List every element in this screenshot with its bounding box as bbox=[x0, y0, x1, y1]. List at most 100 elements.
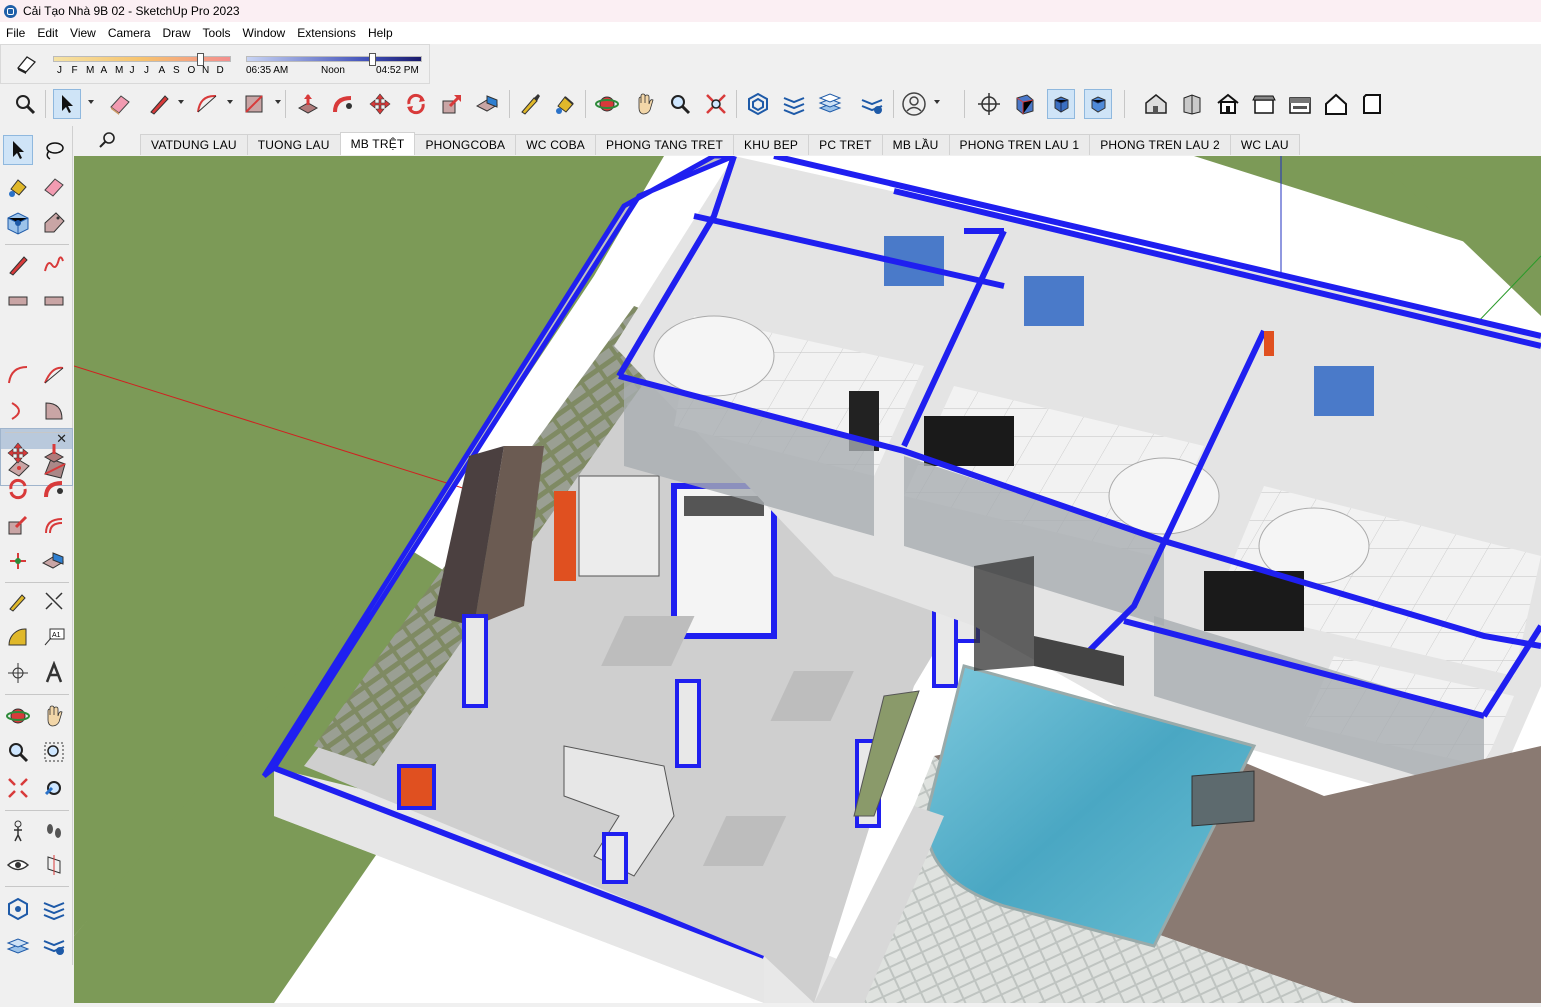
sandbox-from-scratch-icon[interactable] bbox=[780, 89, 808, 119]
solid-tools-icon[interactable] bbox=[39, 546, 69, 576]
smoove-icon[interactable] bbox=[816, 89, 844, 119]
line-tool-icon[interactable] bbox=[3, 250, 33, 280]
zoom-tool-icon[interactable] bbox=[3, 737, 33, 767]
protractor-icon[interactable] bbox=[3, 622, 33, 652]
move-tool-icon[interactable] bbox=[3, 438, 33, 468]
rotate-icon[interactable] bbox=[402, 89, 430, 119]
three-point-arc-icon[interactable] bbox=[3, 396, 33, 426]
lasso-icon[interactable] bbox=[39, 135, 69, 165]
move-icon[interactable] bbox=[366, 89, 394, 119]
menu-view[interactable]: View bbox=[64, 26, 102, 40]
scale-tool-icon[interactable] bbox=[3, 510, 33, 540]
shape-icon[interactable] bbox=[240, 89, 268, 119]
menu-draw[interactable]: Draw bbox=[157, 26, 197, 40]
tab-scene[interactable]: WC LAU bbox=[1229, 134, 1300, 155]
eraser-icon[interactable] bbox=[106, 89, 134, 119]
3d-text-icon[interactable] bbox=[39, 658, 69, 688]
arc-icon[interactable] bbox=[193, 89, 221, 119]
arc-tool-icon[interactable] bbox=[3, 360, 33, 390]
two-point-arc-icon[interactable] bbox=[39, 360, 69, 390]
tape-measure-icon[interactable] bbox=[516, 89, 544, 119]
hidden-line-icon[interactable] bbox=[1214, 89, 1242, 119]
section-plane-tool-icon[interactable] bbox=[39, 850, 69, 880]
tab-scene[interactable]: PHONGCOBA bbox=[414, 134, 517, 155]
time-slider[interactable] bbox=[246, 53, 422, 66]
scale-icon[interactable] bbox=[438, 89, 466, 119]
text-tool-icon[interactable]: A1 bbox=[39, 622, 69, 652]
tab-scene[interactable]: TUONG LAU bbox=[246, 134, 341, 155]
shaded-texture-icon[interactable] bbox=[1286, 89, 1314, 119]
sandbox-from-contours-icon[interactable] bbox=[744, 89, 772, 119]
position-camera-icon[interactable] bbox=[3, 816, 33, 846]
look-around-icon[interactable] bbox=[3, 850, 33, 880]
zoom-extents-icon[interactable] bbox=[11, 89, 39, 119]
smoove-tool-icon[interactable] bbox=[3, 930, 33, 960]
zoom-window-tool-icon[interactable] bbox=[39, 737, 69, 767]
zoom-icon[interactable] bbox=[666, 89, 694, 119]
tab-scene[interactable]: MB TRỆT bbox=[339, 132, 416, 155]
tab-scene[interactable]: PC TRET bbox=[808, 134, 883, 155]
pencil-icon[interactable] bbox=[145, 89, 173, 119]
paint-bucket-icon[interactable] bbox=[551, 89, 579, 119]
front-view-icon[interactable] bbox=[1047, 89, 1075, 119]
offset-tool-icon[interactable] bbox=[39, 510, 69, 540]
model-viewport[interactable] bbox=[74, 156, 1541, 1003]
menu-file[interactable]: File bbox=[0, 26, 31, 40]
stamp-icon[interactable] bbox=[858, 89, 886, 119]
pan-icon[interactable] bbox=[631, 89, 659, 119]
follow-me-tool-icon[interactable] bbox=[39, 474, 69, 504]
tab-scene[interactable]: VATDUNG LAU bbox=[140, 134, 248, 155]
select-icon[interactable] bbox=[53, 89, 81, 119]
wireframe-icon[interactable] bbox=[1178, 89, 1206, 119]
pie-icon[interactable] bbox=[39, 396, 69, 426]
orbit-icon[interactable] bbox=[593, 89, 621, 119]
drape-tool-icon[interactable] bbox=[39, 930, 69, 960]
walk-icon[interactable] bbox=[39, 816, 69, 846]
make-component-icon[interactable] bbox=[3, 208, 33, 238]
back-edges-icon[interactable] bbox=[1358, 89, 1386, 119]
push-pull-tool-icon[interactable] bbox=[39, 438, 69, 468]
paint-bucket-tool-icon[interactable] bbox=[3, 172, 33, 202]
intersect-icon[interactable] bbox=[3, 546, 33, 576]
sandbox-contours-tool-icon[interactable] bbox=[3, 894, 33, 924]
shaded-icon[interactable] bbox=[1250, 89, 1278, 119]
tab-scene[interactable]: PHONG TANG TRET bbox=[595, 134, 735, 155]
zoom-extents-tool-icon[interactable] bbox=[3, 773, 33, 803]
monochrome-icon[interactable] bbox=[1322, 89, 1350, 119]
select-tool-icon[interactable] bbox=[3, 135, 33, 165]
right-view-icon[interactable] bbox=[1084, 89, 1112, 119]
tag-icon[interactable] bbox=[39, 208, 69, 238]
tab-scene[interactable]: MB LẦU bbox=[881, 134, 950, 155]
shadow-toggle-icon[interactable] bbox=[15, 54, 37, 74]
tab-scene[interactable]: PHONG TREN LAU 1 bbox=[948, 134, 1091, 155]
rotated-rectangle-icon[interactable] bbox=[39, 286, 69, 316]
menu-window[interactable]: Window bbox=[237, 26, 292, 40]
iso-view-icon[interactable] bbox=[1011, 89, 1039, 119]
tape-measure-tool-icon[interactable] bbox=[3, 586, 33, 616]
freehand-icon[interactable] bbox=[39, 250, 69, 280]
menu-edit[interactable]: Edit bbox=[31, 26, 64, 40]
previous-view-icon[interactable] bbox=[39, 773, 69, 803]
push-pull-icon[interactable] bbox=[294, 89, 322, 119]
menu-extensions[interactable]: Extensions bbox=[291, 26, 362, 40]
follow-me-icon[interactable] bbox=[329, 89, 357, 119]
eraser-tool-icon[interactable] bbox=[39, 172, 69, 202]
offset-icon[interactable] bbox=[474, 89, 502, 119]
xray-icon[interactable] bbox=[1142, 89, 1170, 119]
menu-tools[interactable]: Tools bbox=[197, 26, 237, 40]
rotate-tool-icon[interactable] bbox=[3, 474, 33, 504]
dimension-icon[interactable] bbox=[39, 586, 69, 616]
sandbox-scratch-tool-icon[interactable] bbox=[39, 894, 69, 924]
pan-tool-icon[interactable] bbox=[39, 701, 69, 731]
menu-help[interactable]: Help bbox=[362, 26, 399, 40]
account-icon[interactable] bbox=[900, 89, 928, 119]
tab-scene[interactable]: PHONG TREN LAU 2 bbox=[1089, 134, 1231, 155]
tab-scene[interactable]: WC COBA bbox=[515, 134, 596, 155]
rectangle-tool-icon[interactable] bbox=[3, 286, 33, 316]
section-plane-icon[interactable] bbox=[975, 89, 1003, 119]
menu-camera[interactable]: Camera bbox=[102, 26, 157, 40]
scene-search-icon[interactable] bbox=[97, 130, 119, 152]
zoom-window-icon[interactable] bbox=[702, 89, 730, 119]
orbit-tool-icon[interactable] bbox=[3, 701, 33, 731]
tab-scene[interactable]: KHU BEP bbox=[733, 134, 810, 155]
